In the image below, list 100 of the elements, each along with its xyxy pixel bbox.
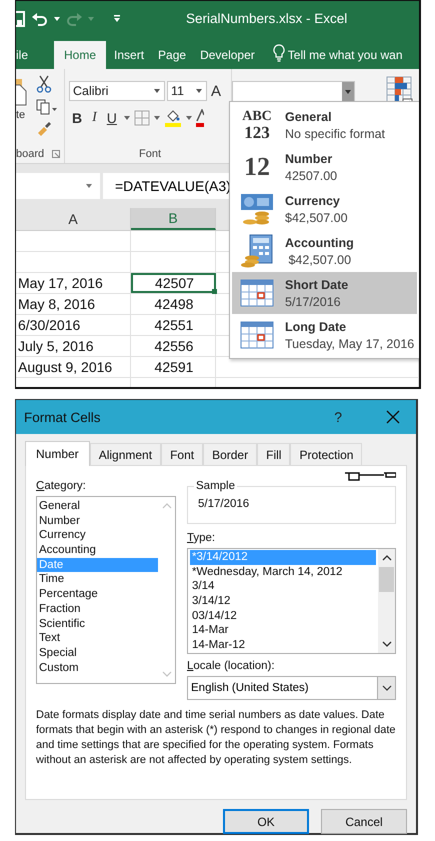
dialog-tab[interactable]: Alignment <box>90 443 162 465</box>
description-text: Date formats display date and time serial numbers as date values. Date formats that begin with an asterisk (*) respond to changes in regional date and time settings that are specified for the operating system. Formats without an asterisk are not affected by operating system settings. <box>36 708 396 768</box>
format-painter-icon[interactable] <box>36 121 52 137</box>
list-item[interactable]: Accounting <box>37 543 158 558</box>
sample-value: 5/17/2016 <box>198 498 250 510</box>
table-cell: July 5, 2016 <box>16 336 131 356</box>
grow-font-button[interactable]: A <box>209 82 224 100</box>
ribbon-tab[interactable]: Page <box>152 41 192 69</box>
font-size-field[interactable]: 11 <box>167 81 207 101</box>
table-cell[interactable]: 42507 <box>131 273 216 293</box>
list-item[interactable]: 3/14/12 <box>190 594 376 609</box>
table-cell: August 9, 2016 <box>16 357 131 377</box>
bold-button[interactable]: B <box>69 110 86 126</box>
list-item[interactable]: Text <box>37 631 158 646</box>
column-header[interactable]: B <box>131 208 216 230</box>
dialog-tab[interactable]: Protection <box>290 443 362 465</box>
list-item[interactable]: 3/14 <box>190 579 376 594</box>
locale-label: Locale (location): <box>187 660 276 672</box>
underline-button[interactable]: U <box>104 110 120 126</box>
caret-icon[interactable] <box>154 89 160 93</box>
ribbon-tab[interactable]: Home <box>54 41 106 69</box>
table-cell[interactable]: 42498 <box>131 294 216 314</box>
list-item[interactable]: 14-Mar-12 <box>190 638 376 653</box>
caret-icon[interactable] <box>86 184 92 188</box>
cancel-button[interactable]: Cancel <box>321 809 407 834</box>
menu-item[interactable]: Accounting $42,507.00 <box>232 230 417 272</box>
calendar-icon <box>240 279 274 307</box>
scrollbar-thumb[interactable] <box>379 567 394 592</box>
scissors-icon[interactable] <box>36 75 52 93</box>
menu-item[interactable]: Long Date Tuesday, May 17, 2016 <box>232 314 417 356</box>
dialog-tab[interactable]: Border <box>203 443 258 465</box>
help-button[interactable]: ? <box>328 408 348 426</box>
tell-me-search[interactable]: Tell me what you wan <box>288 48 403 62</box>
dialog-tab[interactable]: Number <box>25 441 90 466</box>
font-name-field[interactable]: Calibri <box>69 81 165 101</box>
italic-button[interactable]: I <box>89 110 100 126</box>
paste-label[interactable]: te <box>16 109 28 121</box>
customize-icon[interactable] <box>113 14 121 22</box>
bracket-drawing <box>344 472 396 482</box>
format-example: Tuesday, May 17, 2016 <box>285 336 414 350</box>
format-example: No specific format <box>285 126 386 140</box>
dialog-tab[interactable]: Fill <box>257 443 290 465</box>
locale-dropdown[interactable]: English (United States) <box>187 676 396 700</box>
lightbulb-icon[interactable] <box>272 44 285 62</box>
caret-icon[interactable] <box>154 116 160 120</box>
format-example: 5/17/2016 <box>285 294 342 308</box>
list-item[interactable]: 03/14/12 <box>190 608 376 624</box>
ribbon-tab[interactable]: Insert <box>108 41 150 69</box>
scroll-up-icon[interactable] <box>382 555 392 561</box>
list-item[interactable]: *Wednesday, March 14, 2012 <box>190 564 376 580</box>
close-icon[interactable] <box>386 410 400 424</box>
caret-icon[interactable] <box>54 16 60 20</box>
category-list[interactable]: General Number Currency Accounting Date Time Percentage Fraction Scientific Text Special Custom <box>36 496 176 684</box>
sample-label: Sample <box>195 480 236 492</box>
type-label: Type: <box>187 532 216 544</box>
caret-icon[interactable] <box>196 89 202 93</box>
list-item[interactable]: Fraction <box>37 602 158 616</box>
table-cell[interactable]: 42591 <box>131 357 216 377</box>
list-item[interactable]: Number <box>37 514 158 528</box>
ribbon-tab[interactable]: ile <box>16 41 30 69</box>
table-cell: May 17, 2016 <box>16 273 131 293</box>
table-cell[interactable]: 42551 <box>131 315 216 335</box>
group-label: board <box>16 148 44 160</box>
number-format-field[interactable] <box>232 81 355 102</box>
fill-color-icon[interactable] <box>164 109 182 127</box>
menu-item[interactable]: ABC 123 General No specific format <box>232 104 417 146</box>
table-cell: May 8, 2016 <box>16 294 131 314</box>
format-name: Short Date <box>285 278 348 292</box>
type-list[interactable]: *3/14/2012 *Wednesday, March 14, 2012 3/14 3/14/12 03/14/12 14-Mar 14-Mar-12 <box>187 548 396 654</box>
list-item[interactable]: General <box>37 499 158 514</box>
list-item[interactable]: Custom <box>37 660 158 676</box>
banknote-coins-icon <box>240 192 274 226</box>
dialog-launcher-icon[interactable] <box>52 150 60 158</box>
caret-icon[interactable] <box>186 116 192 120</box>
list-item[interactable]: Currency <box>37 528 158 544</box>
list-item[interactable]: Special <box>37 646 158 661</box>
caret-icon[interactable] <box>345 90 351 94</box>
list-item[interactable]: Scientific <box>37 616 158 632</box>
menu-item[interactable]: Short Date 5/17/2016 <box>232 272 417 314</box>
table-cell[interactable]: 42556 <box>131 336 216 356</box>
list-item[interactable]: Time <box>37 572 158 588</box>
list-item[interactable]: 14-Mar <box>190 623 376 638</box>
format-name: Accounting <box>285 236 354 250</box>
window-title: SerialNumbers.xlsx - Excel <box>186 11 348 26</box>
table-cell: 6/30/2016 <box>16 315 131 335</box>
chevron-down-icon[interactable] <box>382 685 392 691</box>
list-item[interactable]: Percentage <box>37 587 158 602</box>
format-name: General <box>285 110 333 124</box>
dialog-tab[interactable]: Font <box>161 443 204 465</box>
undo-icon[interactable] <box>31 10 49 26</box>
font-color-icon[interactable] <box>196 109 204 127</box>
calendar-icon <box>240 321 274 349</box>
format-name: Number <box>285 152 334 166</box>
ok-button[interactable]: OK <box>223 809 309 834</box>
scroll-down-icon[interactable] <box>382 641 392 647</box>
copy-icon[interactable] <box>36 99 58 115</box>
ribbon-tab[interactable]: Developer <box>194 41 261 69</box>
save-icon[interactable] <box>16 10 26 26</box>
caret-icon[interactable] <box>124 116 130 120</box>
format-name: Long Date <box>285 320 348 334</box>
